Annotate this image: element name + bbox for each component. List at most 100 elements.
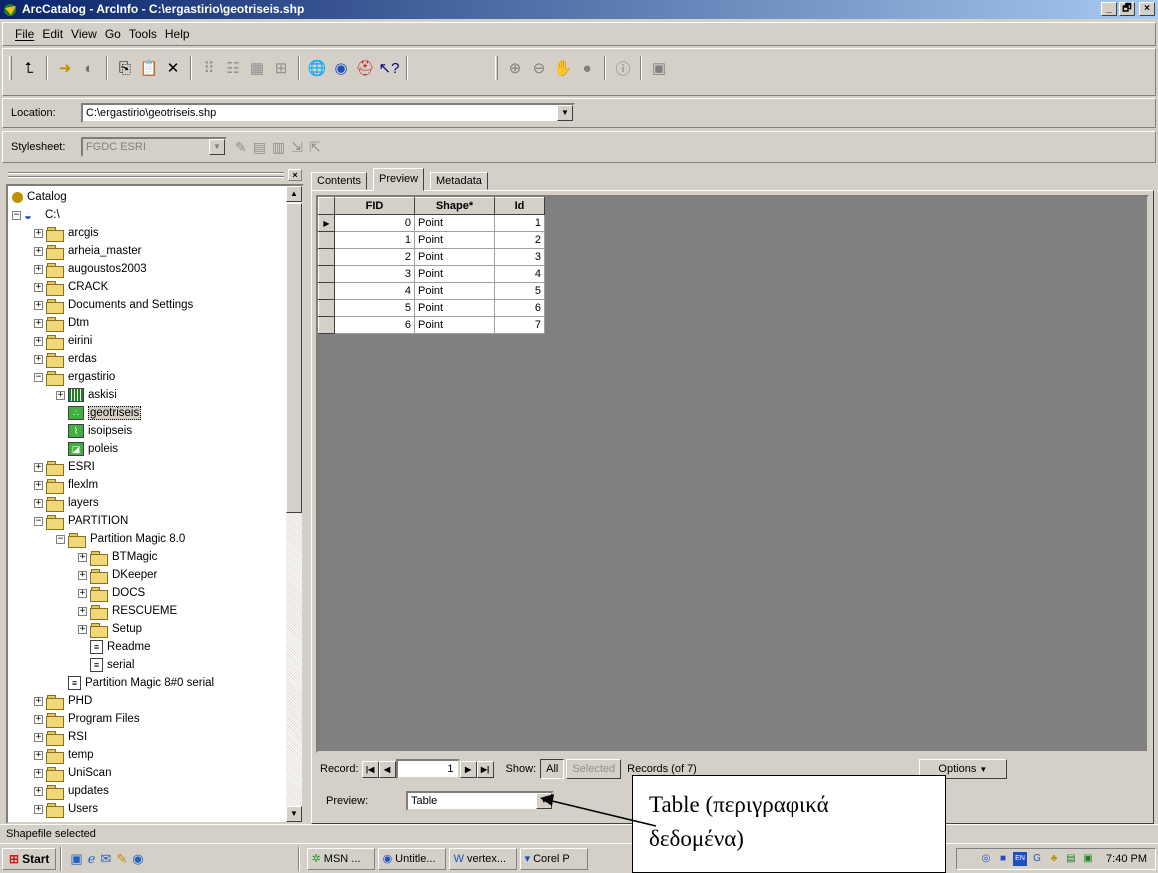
tree-item[interactable]: + RSI	[34, 728, 87, 746]
disconnect-folder-icon[interactable]: ◐	[78, 57, 100, 79]
taskbar-untitled[interactable]: ◉ Untitle...	[377, 847, 446, 870]
tree-item[interactable]: + arcgis	[34, 224, 99, 242]
column-header-id[interactable]: Id	[494, 197, 545, 215]
tree-item[interactable]: + updates	[34, 782, 109, 800]
tab-metadata[interactable]: Metadata	[430, 172, 488, 190]
minimize-button[interactable]: _	[1101, 2, 1117, 16]
expand-icon[interactable]: +	[34, 732, 43, 742]
row-selector[interactable]	[318, 265, 335, 283]
collapse-icon[interactable]: −	[34, 372, 43, 382]
collapse-icon[interactable]: −	[12, 210, 21, 220]
expand-icon[interactable]: +	[56, 390, 65, 400]
tree-item[interactable]: + Documents and Settings	[34, 296, 193, 314]
expand-icon[interactable]: +	[78, 570, 87, 580]
media-icon[interactable]: ✎	[116, 851, 127, 867]
expand-icon[interactable]: +	[34, 804, 43, 814]
zoom-in-icon[interactable]: ⊕	[504, 57, 526, 79]
expand-icon[interactable]: +	[34, 480, 43, 490]
row-selector[interactable]: ▶	[318, 214, 335, 232]
taskbar-msn[interactable]: ✲ MSN ...	[306, 847, 375, 870]
cell-fid[interactable]: 5	[334, 299, 415, 317]
menu-edit[interactable]: Edit	[38, 27, 67, 41]
collapse-icon[interactable]: −	[56, 534, 65, 544]
expand-icon[interactable]: +	[34, 714, 43, 724]
column-header-fid[interactable]: FID	[334, 197, 415, 215]
cell-fid[interactable]: 4	[334, 282, 415, 300]
expand-icon[interactable]: +	[34, 750, 43, 760]
import-metadata-icon[interactable]: ⇲	[291, 139, 303, 156]
identify-icon[interactable]: ⓘ	[612, 57, 634, 79]
cell-shape[interactable]: Point	[414, 265, 495, 283]
menu-tools[interactable]: Tools	[125, 27, 161, 41]
volume-icon[interactable]: ▤	[1064, 852, 1078, 866]
tree-vertical-scrollbar[interactable]: ▲ ▼	[286, 186, 302, 822]
tree-item[interactable]: + Setup	[78, 620, 142, 638]
expand-icon[interactable]: +	[34, 228, 43, 238]
cell-fid[interactable]: 1	[334, 231, 415, 249]
show-all-button[interactable]: All	[540, 759, 565, 779]
cell-fid[interactable]: 6	[334, 316, 415, 334]
full-extent-icon[interactable]: ●	[576, 57, 598, 79]
monitor-icon[interactable]: ■	[996, 852, 1010, 866]
up-one-level-icon[interactable]: ⮤	[18, 57, 40, 79]
row-selector[interactable]	[318, 299, 335, 317]
tree-item[interactable]: + layers	[34, 494, 99, 512]
tree-item[interactable]: + temp	[34, 746, 94, 764]
antivirus-icon[interactable]: G	[1030, 852, 1044, 866]
expand-icon[interactable]: +	[78, 606, 87, 616]
tree-item[interactable]: ⌇ isoipseis	[56, 422, 132, 440]
arcgis-quicklaunch-icon[interactable]: ◉	[132, 851, 143, 867]
metadata-properties-icon[interactable]: ▤	[253, 139, 266, 156]
maximize-button[interactable]: 🗗	[1119, 2, 1135, 16]
cell-fid[interactable]: 0	[334, 214, 415, 232]
tree-item[interactable]: ≡ Partition Magic 8#0 serial	[56, 674, 214, 692]
next-record-icon[interactable]: ▶	[459, 760, 477, 778]
row-selector[interactable]	[318, 248, 335, 266]
expand-icon[interactable]: +	[34, 264, 43, 274]
tab-preview[interactable]: Preview	[373, 168, 425, 191]
row-selector[interactable]	[318, 282, 335, 300]
tree-item[interactable]: + erdas	[34, 350, 97, 368]
list-icon[interactable]: ☷	[222, 57, 244, 79]
tree-item[interactable]: + PHD	[34, 692, 92, 710]
pan-icon[interactable]: ✋	[552, 57, 574, 79]
record-number-input[interactable]: 1	[395, 759, 460, 779]
tree-item[interactable]: + Users	[34, 800, 98, 818]
tree-item[interactable]: + RESCUEME	[78, 602, 177, 620]
cell-id[interactable]: 7	[494, 316, 545, 334]
cell-fid[interactable]: 3	[334, 265, 415, 283]
outlook-icon[interactable]: ✉	[100, 851, 111, 867]
menu-go[interactable]: Go	[101, 27, 125, 41]
copy-icon[interactable]: ⎘	[114, 57, 136, 79]
tree-item[interactable]: + DOCS	[78, 584, 145, 602]
launch-arcmap-icon[interactable]: 🌐	[306, 57, 328, 79]
scrollbar-thumb[interactable]	[286, 203, 302, 513]
taskbar-corel[interactable]: ▾ Corel P	[519, 847, 588, 870]
cell-shape[interactable]: Point	[414, 316, 495, 334]
cell-id[interactable]: 6	[494, 299, 545, 317]
expand-icon[interactable]: +	[34, 498, 43, 508]
menu-view[interactable]: View	[67, 27, 101, 41]
table-row[interactable]: 2 Point 3	[318, 248, 545, 266]
delete-icon[interactable]: ✕	[162, 57, 184, 79]
cell-shape[interactable]: Point	[414, 282, 495, 300]
close-button[interactable]: ×	[1139, 2, 1155, 16]
expand-icon[interactable]: +	[34, 786, 43, 796]
tree-item[interactable]: ≡ Readme	[78, 638, 150, 656]
chevron-down-icon[interactable]: ▼	[209, 139, 225, 155]
arctoolbox-icon[interactable]: ◉	[330, 57, 352, 79]
tab-contents[interactable]: Contents	[311, 172, 368, 190]
large-icons-icon[interactable]: ⠿	[198, 57, 220, 79]
table-row[interactable]: ▶ 0 Point 1	[318, 214, 545, 232]
edit-metadata-icon[interactable]: ✎	[235, 139, 247, 156]
tree-item[interactable]: + Dtm	[34, 314, 89, 332]
tree-item[interactable]: + ESRI	[34, 458, 95, 476]
scroll-up-icon[interactable]: ▲	[286, 186, 302, 202]
row-selector[interactable]	[318, 316, 335, 334]
close-icon[interactable]: ×	[288, 169, 302, 181]
export-metadata-icon[interactable]: ⇱	[309, 139, 321, 156]
start-button[interactable]: ⊞ Start	[2, 847, 57, 870]
chevron-down-icon[interactable]: ▼	[557, 105, 573, 121]
table-row[interactable]: 6 Point 7	[318, 316, 545, 334]
zoom-out-icon[interactable]: ⊖	[528, 57, 550, 79]
